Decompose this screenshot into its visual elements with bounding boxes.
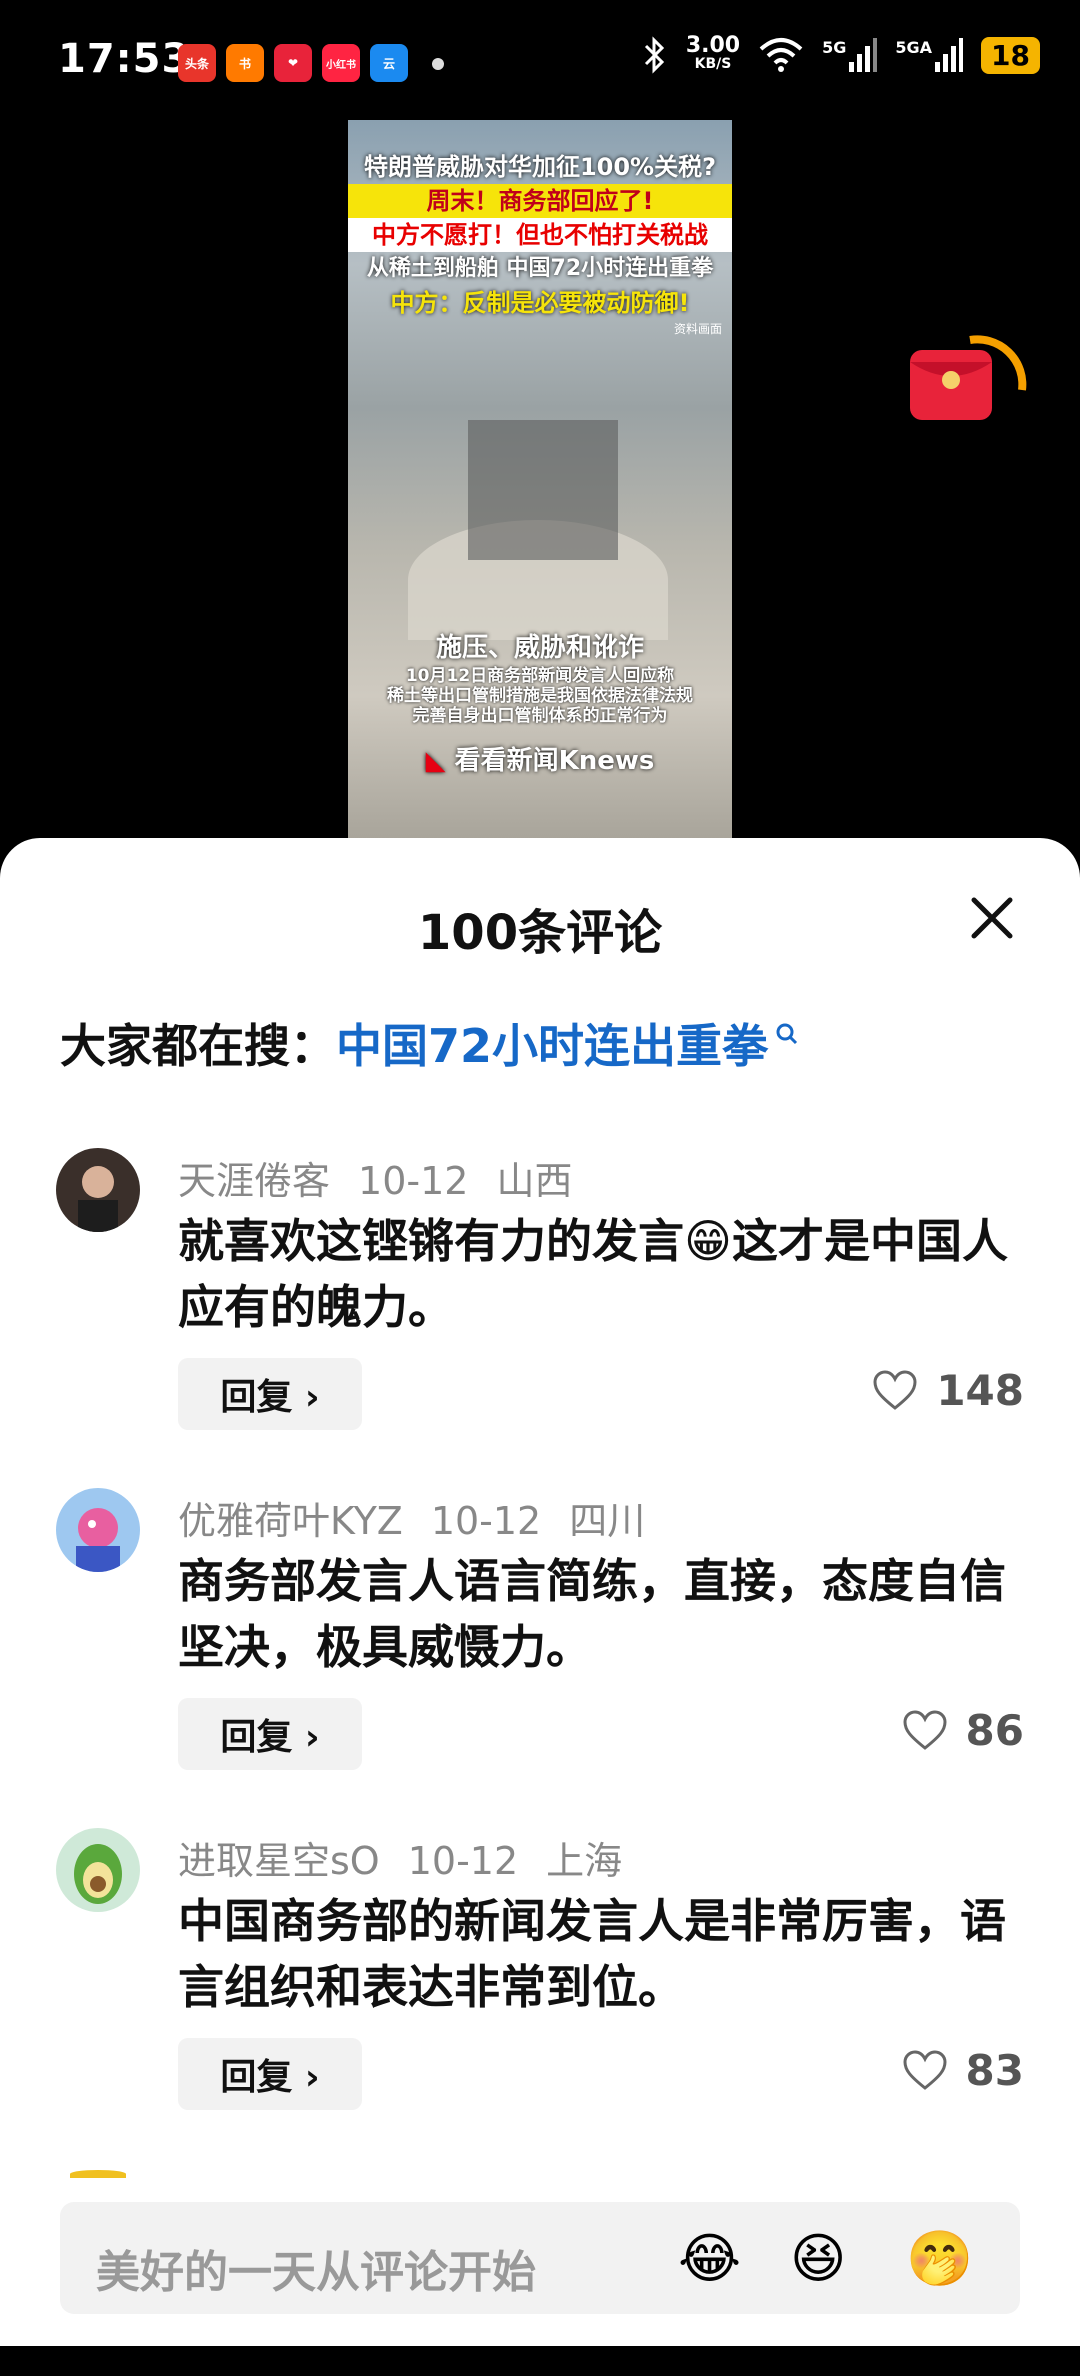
signal-5ga: 5GA xyxy=(895,38,964,72)
like-count: 83 xyxy=(965,2046,1024,2095)
status-bar: 17:53 头条 书 ❤ 小红书 云 3.00 KB/S 5G 5GA 18 xyxy=(0,0,1080,120)
headline-line-5: 中方：反制是必要被动防御! xyxy=(390,289,690,317)
headline-line-2: 周末！商务部回应了! xyxy=(348,184,732,218)
xiaohongshu-app-icon: 小红书 xyxy=(322,44,360,82)
video-headline: 特朗普威胁对华加征100%关税? 周末！商务部回应了! 中方不愿打！但也不怕打关… xyxy=(348,150,732,337)
video-frame[interactable]: 特朗普威胁对华加征100%关税? 周末！商务部回应了! 中方不愿打！但也不怕打关… xyxy=(348,120,732,840)
comment-username[interactable]: 优雅荷叶KYZ xyxy=(178,1499,403,1543)
comment-date: 10-12 xyxy=(358,1159,469,1203)
signal-bars-icon xyxy=(849,38,878,72)
next-comment-avatar-peek xyxy=(70,2170,126,2178)
caption-line-1: 10月12日商务部新闻发言人回应称 xyxy=(405,666,675,686)
toutiao-app-icon: 头条 xyxy=(178,44,216,82)
headline-line-1: 特朗普威胁对华加征100%关税? xyxy=(363,153,717,181)
like-button[interactable]: 83 xyxy=(902,2046,1024,2095)
status-time: 17:53 xyxy=(58,36,191,82)
comment-meta: 天涯倦客 10-12 山西 xyxy=(178,1150,600,1205)
hand-over-mouth-emoji-icon[interactable]: 🤭 xyxy=(906,2228,973,2290)
reply-button[interactable]: 回复 › xyxy=(178,2038,362,2110)
reply-button[interactable]: 回复 › xyxy=(178,1358,362,1430)
comment-input-placeholder: 美好的一天从评论开始 xyxy=(96,2247,536,2298)
status-indicators: 3.00 KB/S 5G 5GA 18 xyxy=(642,33,1040,74)
comments-sheet: 100条评论 大家都在搜： 中国72小时连出重拳 天涯倦客 10-12 山西 就喜欢… xyxy=(0,838,1080,2376)
trending-search-link[interactable]: 中国72小时连出重拳 xyxy=(336,1010,768,1076)
grinning-squint-emoji-icon[interactable]: 😆 xyxy=(790,2228,852,2290)
navigation-bar xyxy=(0,2346,1080,2376)
signal-label-5g: 5G xyxy=(822,38,847,57)
bluetooth-icon xyxy=(644,36,664,74)
comment-item: 优雅荷叶KYZ 10-12 四川 商务部发言人语言简练，直接，态度自信坚决，极具威慑… xyxy=(0,1488,1080,1808)
reply-button[interactable]: 回复 › xyxy=(178,1698,362,1770)
caption-title: 施压、威胁和讹诈 xyxy=(435,633,644,663)
like-count: 86 xyxy=(965,1706,1024,1755)
like-button[interactable]: 148 xyxy=(872,1366,1024,1415)
comment-username[interactable]: 天涯倦客 xyxy=(178,1159,330,1203)
signal-label-5ga: 5GA xyxy=(895,38,933,57)
brand-label: 看看新闻Knews xyxy=(454,746,655,776)
like-count: 148 xyxy=(936,1366,1024,1415)
close-icon[interactable] xyxy=(964,890,1020,946)
comment-date: 10-12 xyxy=(430,1499,542,1543)
avatar[interactable] xyxy=(56,1148,140,1232)
notification-app-icons: 头条 书 ❤ 小红书 云 xyxy=(178,44,408,82)
source-note: 资料画面 xyxy=(673,322,722,336)
reading-app-icon: 书 xyxy=(226,44,264,82)
comment-item: 天涯倦客 10-12 山西 就喜欢这铿锵有力的发言😁这才是中国人应有的魄力。 回复 … xyxy=(0,1148,1080,1468)
comment-date: 10-12 xyxy=(407,1839,519,1883)
heart-icon xyxy=(903,1709,947,1750)
headline-line-3: 中方不愿打！但也不怕打关税战 xyxy=(348,218,732,252)
comments-count-title: 100条评论 xyxy=(417,905,663,961)
video-caption: 施压、威胁和讹诈 10月12日商务部新闻发言人回应称 稀土等出口管制措施是我国依… xyxy=(348,630,732,726)
comment-meta: 进取星空sO 10-12 上海 xyxy=(178,1830,650,1885)
heart-icon xyxy=(873,1369,917,1410)
comment-region: 上海 xyxy=(546,1839,623,1883)
more-notifications-dot xyxy=(432,58,444,70)
trending-search-row: 大家都在搜： 中国72小时连出重拳 xyxy=(60,1010,800,1076)
heart-icon xyxy=(903,2049,947,2090)
comment-text[interactable]: 就喜欢这铿锵有力的发言😁这才是中国人应有的魄力。 xyxy=(178,1208,1028,1340)
comment-item: 进取星空sO 10-12 上海 中国商务部的新闻发言人是非常厉害，语言组织和表达非常… xyxy=(0,1828,1080,2148)
caption-line-3: 完善自身出口管制体系的正常行为 xyxy=(412,706,668,726)
caption-line-2: 稀土等出口管制措施是我国依据法律法规 xyxy=(387,686,693,706)
conveyor-machine xyxy=(468,420,618,560)
signal-bars-icon xyxy=(935,38,964,72)
health-app-icon: ❤ xyxy=(274,44,312,82)
network-speed: 3.00 KB/S xyxy=(685,33,741,73)
battery-level: 18 xyxy=(981,36,1040,74)
comment-region: 山西 xyxy=(496,1159,573,1203)
net-speed-value: 3.00 xyxy=(685,33,741,58)
red-packet-icon[interactable] xyxy=(900,320,1030,430)
trending-search-prefix: 大家都在搜： xyxy=(60,1019,336,1073)
wifi-icon xyxy=(759,38,803,72)
video-player[interactable]: 特朗普威胁对华加征100%关税? 周末！商务部回应了! 中方不愿打！但也不怕打关… xyxy=(0,120,1080,840)
avatar[interactable] xyxy=(56,1488,140,1572)
avatar[interactable] xyxy=(56,1828,140,1912)
comment-meta: 优雅荷叶KYZ 10-12 四川 xyxy=(178,1490,673,1545)
comment-text[interactable]: 中国商务部的新闻发言人是非常厉害，语言组织和表达非常到位。 xyxy=(178,1888,1028,2020)
signal-5g: 5G xyxy=(822,38,878,72)
comment-text[interactable]: 商务部发言人语言简练，直接，态度自信坚决，极具威慑力。 xyxy=(178,1548,1028,1680)
comment-region: 四川 xyxy=(569,1499,646,1543)
comment-username[interactable]: 进取星空sO xyxy=(178,1839,380,1883)
like-button[interactable]: 86 xyxy=(902,1706,1024,1755)
cloud-app-icon: 云 xyxy=(370,44,408,82)
knews-logo-icon: ◣ xyxy=(425,746,446,776)
laughing-tears-emoji-icon[interactable]: 😂 xyxy=(678,2228,741,2290)
search-icon[interactable] xyxy=(774,1021,800,1047)
comment-input[interactable]: 美好的一天从评论开始 😂 😆 🤭 xyxy=(60,2202,1020,2314)
knews-brand: ◣ 看看新闻Knews xyxy=(348,740,732,777)
headline-line-4: 从稀土到船舶 中国72小时连出重拳 xyxy=(366,256,714,281)
